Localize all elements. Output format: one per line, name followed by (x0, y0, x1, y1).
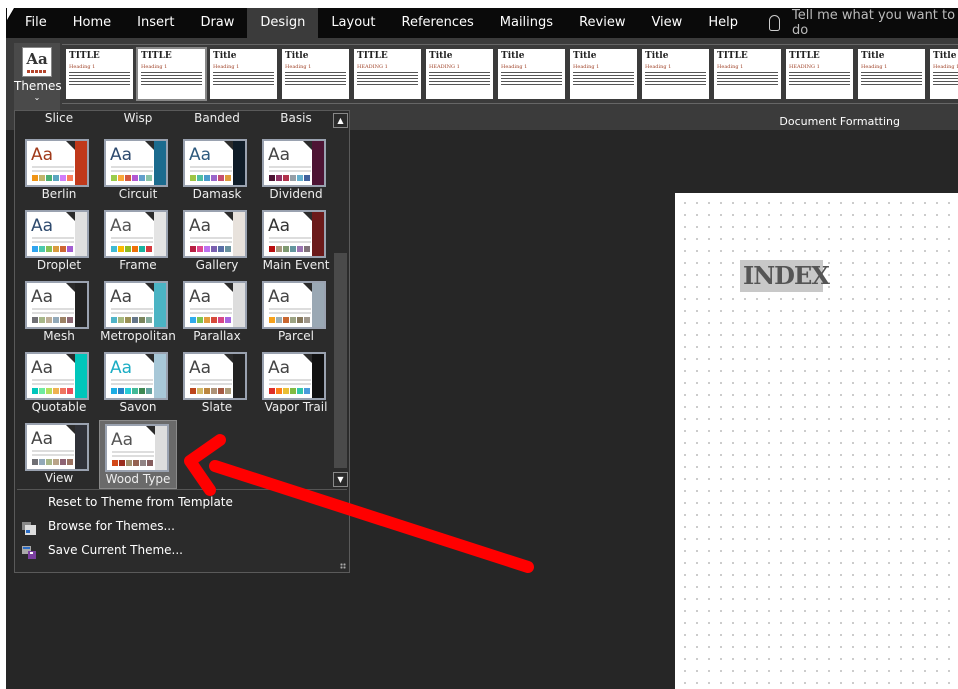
red-arrow-annotation (184, 434, 534, 573)
arrow-shaft (209, 460, 534, 573)
